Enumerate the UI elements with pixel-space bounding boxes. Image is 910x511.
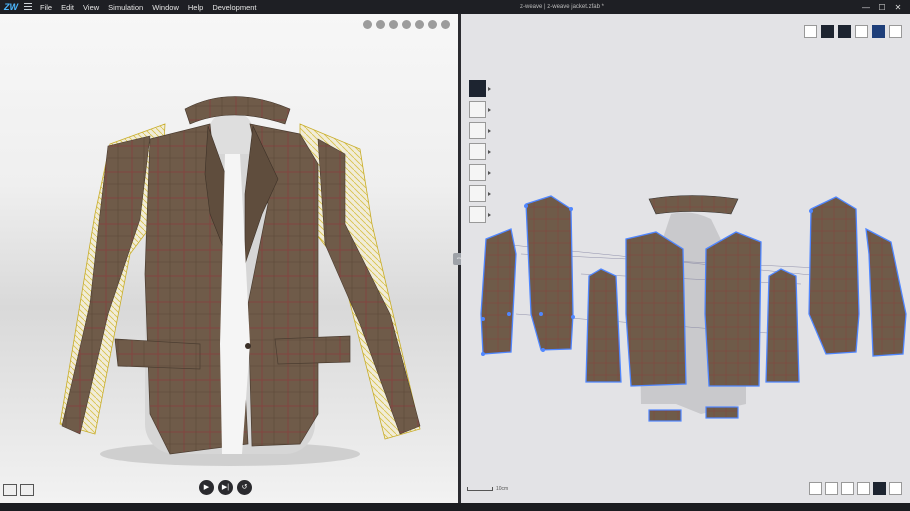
maximize-button[interactable]: ☐ bbox=[874, 3, 890, 12]
pattern-right-side bbox=[765, 268, 800, 383]
annotation-icon[interactable] bbox=[889, 482, 902, 495]
pattern-pieces-canvas[interactable] bbox=[461, 14, 910, 503]
snapshot-icon[interactable] bbox=[3, 484, 17, 496]
viewport-3d[interactable]: ▶ ▶| ↺ bbox=[0, 14, 458, 503]
menu-window[interactable]: Window bbox=[152, 3, 179, 12]
app-logo: ZW bbox=[4, 2, 18, 12]
viewport-2d-bottom-toolbar bbox=[806, 482, 902, 495]
scale-bar bbox=[467, 486, 493, 491]
jacket-3d-view[interactable] bbox=[0, 14, 458, 503]
grid-icon[interactable] bbox=[809, 482, 822, 495]
reset-button[interactable]: ↺ bbox=[237, 480, 252, 495]
snap-icon[interactable] bbox=[825, 482, 838, 495]
play-button[interactable]: ▶ bbox=[199, 480, 214, 495]
menu-help[interactable]: Help bbox=[188, 3, 203, 12]
status-bar bbox=[0, 503, 910, 511]
zoom-icon[interactable] bbox=[20, 484, 34, 496]
minimize-button[interactable]: — bbox=[858, 3, 874, 12]
hamburger-menu-icon[interactable] bbox=[24, 3, 32, 11]
right-sleeve bbox=[317, 138, 421, 435]
menu-edit[interactable]: Edit bbox=[61, 3, 74, 12]
pattern-left-undersleeve bbox=[480, 228, 517, 355]
title-bar: ZW File Edit View Simulation Window Help… bbox=[0, 0, 910, 14]
pattern-right-undersleeve bbox=[865, 227, 907, 357]
zoom-fit-icon[interactable] bbox=[857, 482, 870, 495]
ruler-icon[interactable] bbox=[841, 482, 854, 495]
menu-file[interactable]: File bbox=[40, 3, 52, 12]
step-forward-button[interactable]: ▶| bbox=[218, 480, 233, 495]
jacket-right-pocket bbox=[274, 335, 351, 365]
pattern-right-front bbox=[704, 231, 762, 387]
simulation-playback: ▶ ▶| ↺ bbox=[199, 480, 256, 495]
pattern-collar bbox=[648, 195, 739, 215]
viewport-2d[interactable]: 10cm bbox=[461, 14, 910, 503]
window-controls: — ☐ ✕ bbox=[858, 0, 906, 14]
menu-development[interactable]: Development bbox=[212, 3, 256, 12]
cursor-mode-icon[interactable] bbox=[873, 482, 886, 495]
scale-label: 10cm bbox=[496, 486, 509, 492]
menu-simulation[interactable]: Simulation bbox=[108, 3, 143, 12]
pattern-left-topsleeve bbox=[525, 195, 574, 351]
pattern-left-side bbox=[585, 268, 622, 383]
menu-view[interactable]: View bbox=[83, 3, 99, 12]
scale-indicator: 10cm bbox=[467, 486, 508, 492]
left-sleeve bbox=[61, 135, 151, 435]
menu-bar: File Edit View Simulation Window Help De… bbox=[40, 0, 266, 14]
jacket-button bbox=[245, 343, 251, 349]
pattern-right-topsleeve bbox=[808, 196, 860, 355]
jacket-left-pocket bbox=[114, 338, 201, 370]
pattern-left-front bbox=[625, 231, 687, 387]
pattern-right-pocket-flap bbox=[705, 406, 739, 419]
close-button[interactable]: ✕ bbox=[890, 3, 906, 12]
document-title: z-weave | z-weave jacket.zfab * bbox=[520, 4, 604, 10]
pattern-left-pocket-flap bbox=[648, 409, 682, 422]
viewport-3d-corner-tools bbox=[3, 484, 37, 496]
